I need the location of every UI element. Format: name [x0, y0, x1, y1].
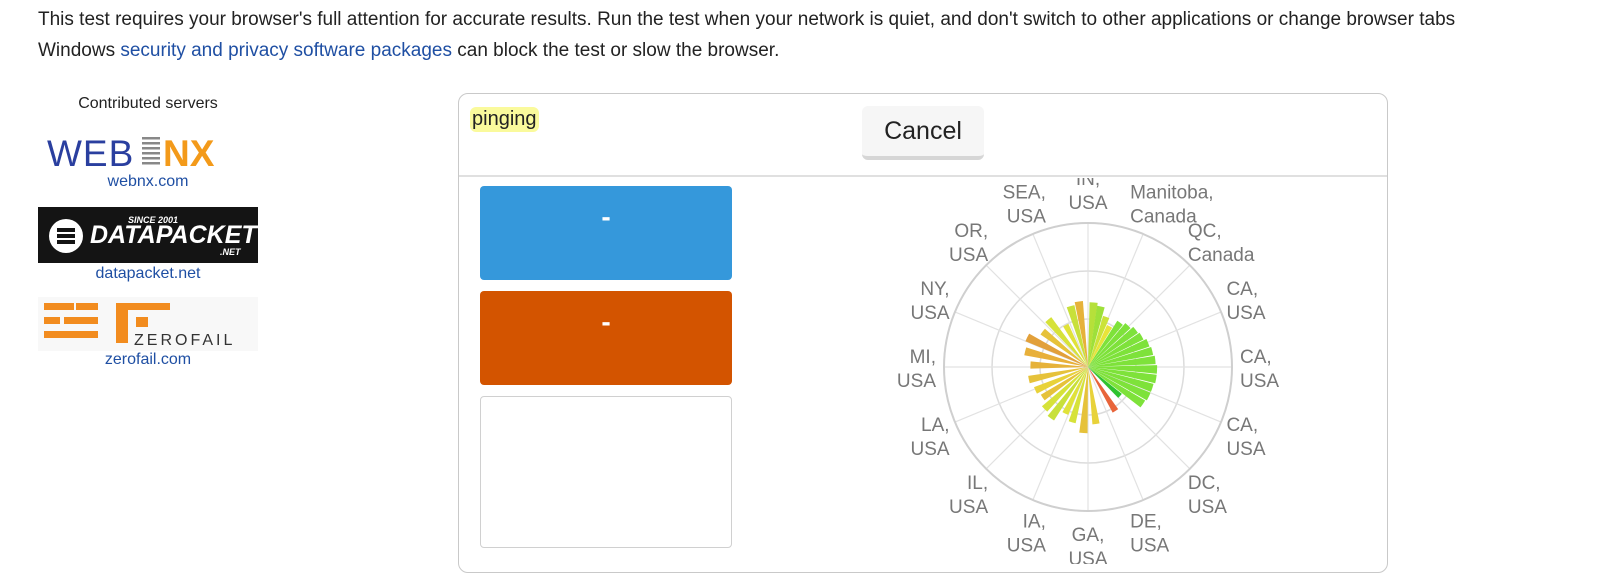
server-label: DC, USA	[1188, 473, 1227, 518]
server-label-line-2: USA	[1226, 303, 1265, 324]
webnx-link[interactable]: webnx.com	[38, 173, 258, 191]
server-label: CA, USA	[1226, 279, 1265, 324]
server-label-line-2: USA	[1240, 371, 1279, 392]
intro-text: This test requires your browser's full a…	[38, 4, 1455, 66]
server-label-line-1: LA,	[921, 415, 950, 436]
server-label-line-2: USA	[910, 303, 949, 324]
speed-test-panel: pinging Cancel - - IN, USA Manitoba, Canada…	[458, 93, 1388, 573]
server-label-line-1: IL,	[967, 473, 988, 494]
server-label: SEA, USA	[1003, 183, 1047, 228]
webnx-logo-nx: NX	[163, 133, 215, 173]
server-label: IN, USA	[1068, 178, 1107, 214]
datapacket-logo-net: .NET	[220, 247, 242, 257]
webnx-logo-bars	[142, 137, 160, 165]
datapacket-logo-text: DATAPACKET	[90, 221, 258, 249]
server-label: OR, USA	[949, 221, 988, 266]
status-label: pinging	[470, 107, 539, 132]
server-label: CA, USA	[1240, 347, 1279, 392]
server-label: MI, USA	[897, 347, 936, 392]
panel-header: pinging Cancel	[459, 94, 1387, 177]
contributed-servers: Contributed servers WEB NX webnx.com SIN…	[38, 92, 258, 369]
server-label-line-1: SEA,	[1003, 183, 1046, 204]
server-label-line-2: USA	[1007, 535, 1046, 556]
zerofail-logo-text: ZEROFAIL	[134, 332, 235, 349]
server-label-line-2: USA	[910, 439, 949, 460]
server-label-line-1: QC,	[1188, 221, 1222, 242]
server-label-line-1: NY,	[920, 279, 949, 300]
intro-line-2: Windows security and privacy software pa…	[38, 40, 780, 61]
server-label: DE, USA	[1130, 511, 1169, 556]
server-label-line-2: USA	[1188, 497, 1227, 518]
server-label: IA, USA	[1007, 511, 1046, 556]
server-label-line-1: DE,	[1130, 511, 1162, 532]
metric-value: -	[601, 201, 611, 232]
server-label-line-1: IN,	[1076, 178, 1100, 190]
datapacket-logo[interactable]: SINCE 2001 DATAPACKET .NET	[38, 207, 258, 263]
server-label-line-1: CA,	[1226, 279, 1258, 300]
metric-card-empty	[480, 396, 732, 548]
server-label: LA, USA	[910, 415, 949, 460]
server-label-line-1: CA,	[1226, 415, 1258, 436]
datapacket-link[interactable]: datapacket.net	[38, 265, 258, 283]
server-label-line-1: CA,	[1240, 347, 1272, 368]
server-label-line-1: Manitoba,	[1130, 183, 1213, 204]
server-label: GA, USA	[1068, 525, 1107, 564]
server-label-line-2: USA	[1068, 549, 1107, 564]
webnx-logo-web: WEB	[47, 133, 134, 173]
server-latency-polar-chart: IN, USA Manitoba, CanadaQC, CanadaCA, USACA, U…	[897, 178, 1279, 564]
intro-line-1: This test requires your browser's full a…	[38, 9, 1456, 30]
metric-card-upload: -	[480, 291, 732, 385]
server-label: IL, USA	[949, 473, 988, 518]
server-label-line-2: USA	[1130, 535, 1169, 556]
server-label-line-2: USA	[1226, 439, 1265, 460]
server-label-line-1: DC,	[1188, 473, 1221, 494]
server-label-line-1: OR,	[954, 221, 988, 242]
server-label-line-1: IA,	[1023, 511, 1046, 532]
webnx-logo[interactable]: WEB NX	[43, 131, 253, 173]
server-label: CA, USA	[1226, 415, 1265, 460]
server-label: NY, USA	[910, 279, 949, 324]
server-label-line-2: USA	[1007, 207, 1046, 228]
zerofail-link[interactable]: zerofail.com	[38, 351, 258, 369]
server-label: QC, Canada	[1188, 221, 1255, 266]
server-label-line-2: USA	[949, 245, 988, 266]
zerofail-logo[interactable]: ZEROFAIL	[38, 297, 258, 351]
server-label-line-1: GA,	[1072, 525, 1105, 546]
server-label-line-2: USA	[897, 371, 936, 392]
cancel-button[interactable]: Cancel	[862, 106, 984, 160]
server-label-line-2: USA	[1068, 193, 1107, 214]
server-label-line-2: Canada	[1188, 245, 1255, 266]
security-software-link[interactable]: security and privacy software packages	[120, 40, 452, 61]
metric-card-download: -	[480, 186, 732, 280]
server-label-line-2: USA	[949, 497, 988, 518]
server-label-line-1: MI,	[910, 347, 936, 368]
metric-value: -	[601, 306, 611, 337]
sidebar-title: Contributed servers	[78, 95, 218, 112]
